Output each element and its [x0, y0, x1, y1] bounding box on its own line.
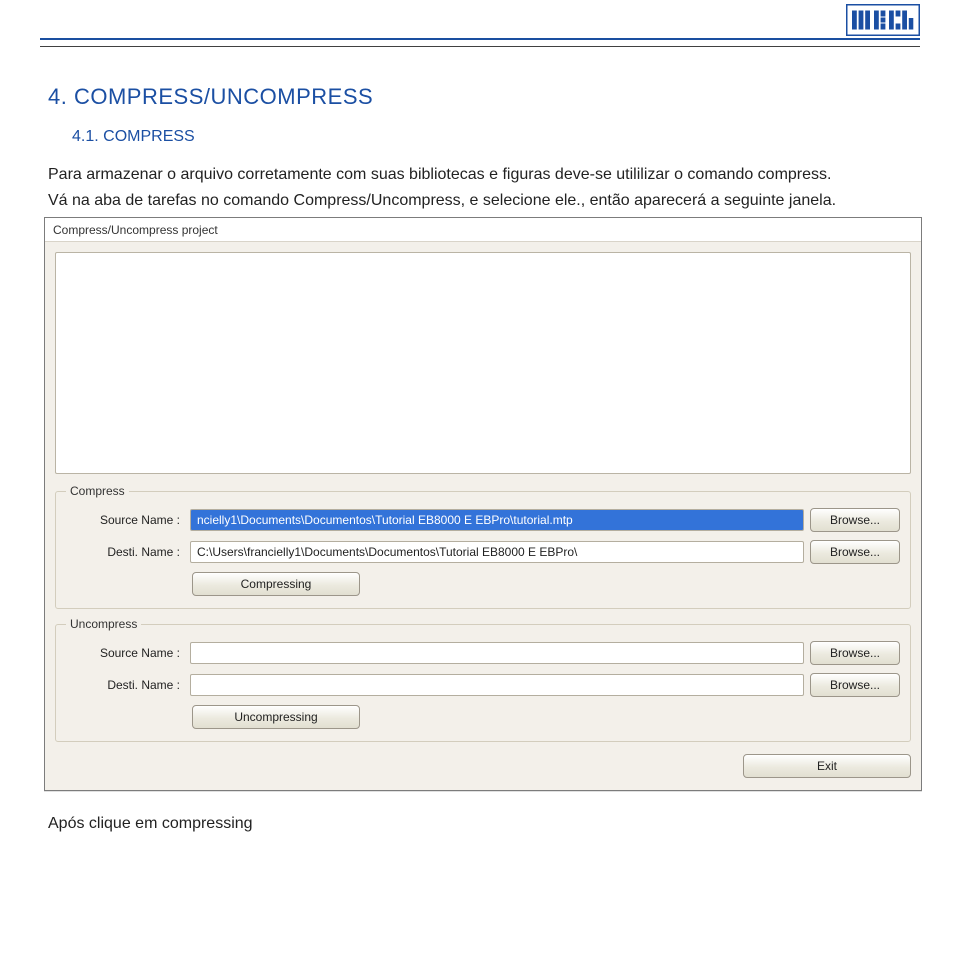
uncompress-source-label: Source Name : [66, 646, 184, 660]
post-text: Após clique em compressing [48, 815, 912, 833]
compress-dest-input[interactable]: C:\Users\francielly1\Documents\Documento… [190, 541, 804, 563]
section-compress: Compress Source Name : ncielly1\Document… [55, 484, 911, 609]
exit-button[interactable]: Exit [743, 754, 911, 778]
section-uncompress-legend: Uncompress [66, 617, 141, 631]
compressing-button[interactable]: Compressing [192, 572, 360, 596]
body-para-1: Para armazenar o arquivo corretamente co… [48, 164, 912, 186]
header-rule-blue [40, 38, 920, 40]
uncompress-dest-label: Desti. Name : [66, 678, 184, 692]
heading-main: 4. COMPRESS/UNCOMPRESS [48, 84, 912, 110]
uncompress-dest-browse-button[interactable]: Browse... [810, 673, 900, 697]
compress-dest-browse-button[interactable]: Browse... [810, 540, 900, 564]
dialog-log-panel [55, 252, 911, 474]
dialog-title: Compress/Uncompress project [45, 218, 921, 242]
section-compress-legend: Compress [66, 484, 129, 498]
uncompress-source-input[interactable] [190, 642, 804, 664]
compress-source-input[interactable]: ncielly1\Documents\Documentos\Tutorial E… [190, 509, 804, 531]
dialog-compress-uncompress: Compress/Uncompress project Compress Sou… [44, 217, 922, 791]
heading-sub: 4.1. COMPRESS [72, 128, 912, 146]
uncompress-dest-input[interactable] [190, 674, 804, 696]
uncompress-source-browse-button[interactable]: Browse... [810, 641, 900, 665]
section-uncompress: Uncompress Source Name : Browse... Desti… [55, 617, 911, 742]
compress-source-browse-button[interactable]: Browse... [810, 508, 900, 532]
compress-source-label: Source Name : [66, 513, 184, 527]
uncompressing-button[interactable]: Uncompressing [192, 705, 360, 729]
weg-logo [846, 4, 920, 41]
body-para-2: Vá na aba de tarefas no comando Compress… [48, 190, 912, 212]
header-rule-gray [40, 46, 920, 47]
compress-dest-label: Desti. Name : [66, 545, 184, 559]
